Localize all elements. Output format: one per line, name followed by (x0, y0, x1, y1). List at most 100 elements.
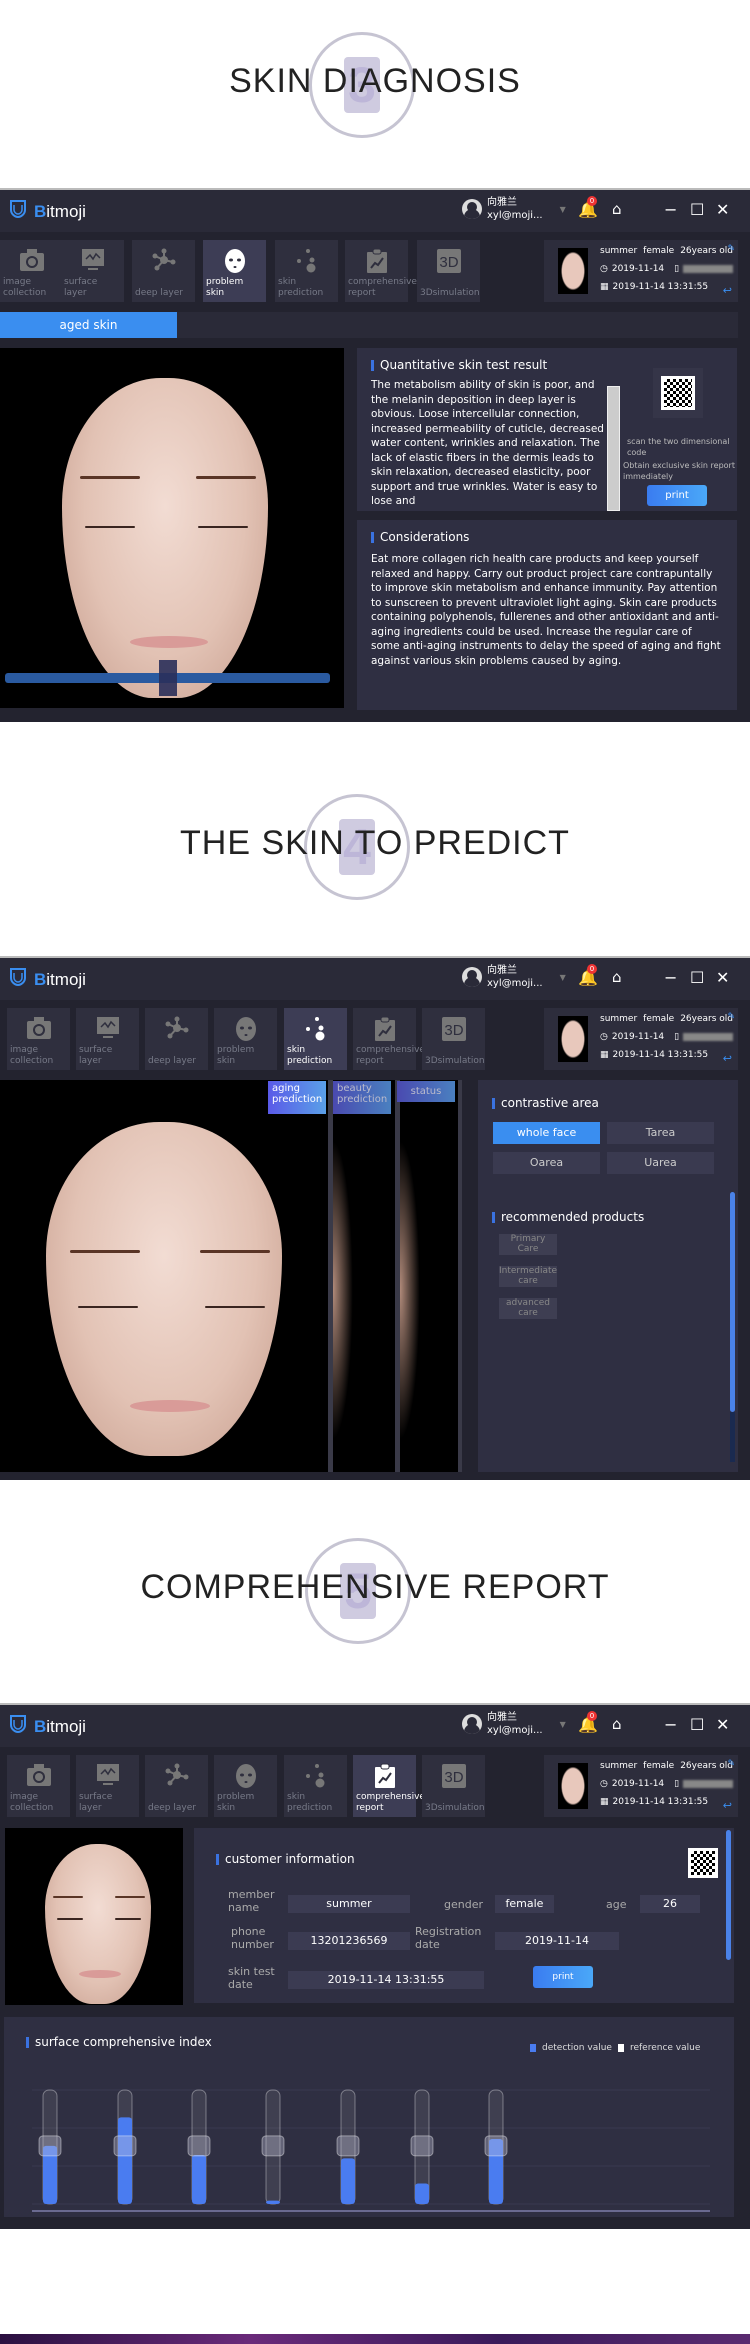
close-icon[interactable]: ✕ (716, 1715, 729, 1734)
bell-icon[interactable]: 🔔 0 (578, 196, 598, 219)
calendar-icon: ▦ (600, 1050, 609, 1060)
patient-photo (558, 1763, 588, 1809)
minimize-icon[interactable]: − (664, 200, 677, 219)
nav-tab-skin-prediction[interactable]: skin prediction (284, 1755, 347, 1817)
title-bar: Bitmoji 向雅兰 xyl@moji... ▼ 🔔 0 ⌂ − ☐ ✕ (0, 1705, 750, 1747)
app-name-initial: B (34, 201, 47, 221)
chevron-down-icon[interactable]: ▼ (560, 1718, 566, 1731)
section-title: COMPREHENSIVE REPORT (140, 1568, 610, 1606)
patient-photo (558, 1016, 588, 1062)
nav-tab-image-collection[interactable]: image collection (7, 1008, 70, 1070)
age-field: 26 (640, 1895, 700, 1913)
nav-tab-label: problem skin (206, 277, 244, 298)
overlay-tab-beauty-prediction[interactable]: beauty prediction (333, 1081, 391, 1114)
nav-tab-deep-layer[interactable]: deep layer (145, 1008, 208, 1070)
nav-tab-comprehensive-report[interactable]: comprehensive report (345, 240, 417, 302)
notification-badge: 0 (587, 1711, 597, 1721)
slider-thumb[interactable] (158, 660, 177, 696)
app-window-problem-skin: aged skin Quantitative skin test result … (0, 188, 750, 722)
patient-datetime: 2019-11-14 13:31:55 (612, 1050, 709, 1060)
back-icon[interactable]: ↩ (723, 1052, 732, 1065)
edit-icon[interactable]: ✎ (727, 1759, 735, 1769)
nav-tab-surface-layer[interactable]: surface layer (76, 1008, 139, 1070)
nav-tab-label: surface layer (64, 277, 98, 298)
nav-tab-label: comprehensive report (348, 277, 417, 298)
back-icon[interactable]: ↩ (723, 284, 732, 297)
notification-badge: 0 (587, 964, 597, 974)
minimize-icon[interactable]: − (664, 968, 677, 987)
nav-tab-comprehensive-report[interactable]: comprehensive report (353, 1755, 425, 1817)
nav-tab-skin-prediction[interactable]: skin prediction (284, 1008, 347, 1070)
bell-icon[interactable]: 🔔 0 (578, 1711, 598, 1734)
user-menu[interactable]: 向雅兰 xyl@moji... ▼ (462, 964, 566, 990)
maximize-icon[interactable]: ☐ (690, 968, 704, 987)
nav-tab-problem-skin[interactable]: problem skin (203, 240, 266, 302)
nav-tab-surface-layer[interactable]: surface layer (61, 240, 124, 302)
nav-tab-deep-layer[interactable]: deep layer (132, 240, 195, 302)
nav-tab-label: image collection (10, 1045, 54, 1066)
close-icon[interactable]: ✕ (716, 968, 729, 987)
edit-icon[interactable]: ✎ (727, 244, 735, 254)
side-scrollbar[interactable] (730, 1192, 735, 1412)
nav-tab-surface-layer[interactable]: surface layer (76, 1755, 139, 1817)
area-button-whole-face[interactable]: whole face (493, 1122, 600, 1144)
product-item[interactable]: advanced care (499, 1298, 557, 1319)
home-icon[interactable]: ⌂ (612, 1715, 622, 1733)
nav-tab-skin-prediction[interactable]: skin prediction (275, 240, 338, 302)
minimize-icon[interactable]: − (664, 1715, 677, 1734)
user-menu[interactable]: 向雅兰 xyl@moji... ▼ (462, 196, 566, 222)
detection-bar (266, 2200, 280, 2204)
edit-icon[interactable]: ✎ (727, 1012, 735, 1022)
report-print-button[interactable]: print (533, 1966, 593, 1988)
chevron-down-icon[interactable]: ▼ (560, 203, 566, 216)
overlay-tab-aging-prediction[interactable]: aging prediction (268, 1081, 326, 1114)
app-logo: Bitmoji (10, 968, 86, 991)
product-item[interactable]: Primary Care (499, 1234, 557, 1255)
clock-icon: ◷ (600, 1032, 608, 1042)
nav-tab-label: comprehensive report (356, 1792, 425, 1813)
nav-tab-problem-skin[interactable]: problem skin (214, 1008, 277, 1070)
nav-tab-label: image collection (3, 277, 47, 298)
chevron-down-icon[interactable]: ▼ (560, 971, 566, 984)
nav-tab-label: problem skin (217, 1792, 255, 1813)
blurred-phone (683, 1033, 734, 1041)
nav-tab-problem-skin[interactable]: problem skin (214, 1755, 277, 1817)
report-scrollbar[interactable] (726, 1830, 731, 1960)
considerations-title: Considerations (371, 530, 469, 544)
user-menu[interactable]: 向雅兰 xyl@moji... ▼ (462, 1711, 566, 1737)
app-name: Bitmoji (34, 970, 86, 990)
result-scrollbar[interactable] (607, 386, 620, 511)
nav-tab-label: deep layer (148, 1803, 196, 1813)
app-name-initial: B (34, 1716, 47, 1736)
nav-tab-3dsimulation[interactable]: 3D 3Dsimulation (417, 240, 480, 302)
nav-tab-3dsimulation[interactable]: 3D 3Dsimulation (422, 1755, 485, 1817)
overlay-tab-status[interactable]: status (397, 1081, 455, 1102)
product-item[interactable]: Intermediate care (499, 1266, 557, 1287)
svg-text:3D: 3D (439, 254, 458, 271)
nav-tab-comprehensive-report[interactable]: comprehensive report (353, 1008, 425, 1070)
maximize-icon[interactable]: ☐ (690, 1715, 704, 1734)
nav-tab-image-collection[interactable]: image collection (7, 1755, 70, 1817)
nav-tab-3dsimulation[interactable]: 3D 3Dsimulation (422, 1008, 485, 1070)
report-face-image (5, 1828, 183, 2005)
close-icon[interactable]: ✕ (716, 200, 729, 219)
registration-date-label: Registration date (415, 1925, 482, 1951)
area-button-tarea[interactable]: Tarea (607, 1122, 714, 1144)
patient-card: summer female 26years old ◷ 2019-11-14 ▯ ▦ 2019… (544, 1008, 738, 1070)
bell-icon[interactable]: 🔔 0 (578, 964, 598, 987)
back-icon[interactable]: ↩ (723, 1799, 732, 1812)
phone-icon: ▯ (674, 1032, 680, 1042)
patient-name: summer (600, 246, 638, 256)
user-email: xyl@moji... (487, 210, 543, 221)
nav-tab-image-collection[interactable]: image collection (0, 240, 63, 302)
area-button-oarea[interactable]: Oarea (493, 1152, 600, 1174)
detection-bar (341, 2158, 355, 2204)
area-button-uarea[interactable]: Uarea (607, 1152, 714, 1174)
subtab-aged-skin[interactable]: aged skin (0, 312, 177, 338)
home-icon[interactable]: ⌂ (612, 968, 622, 986)
app-name-rest: itmoji (46, 1716, 86, 1736)
maximize-icon[interactable]: ☐ (690, 200, 704, 219)
home-icon[interactable]: ⌂ (612, 200, 622, 218)
print-button[interactable]: print (647, 485, 707, 506)
nav-tab-deep-layer[interactable]: deep layer (145, 1755, 208, 1817)
